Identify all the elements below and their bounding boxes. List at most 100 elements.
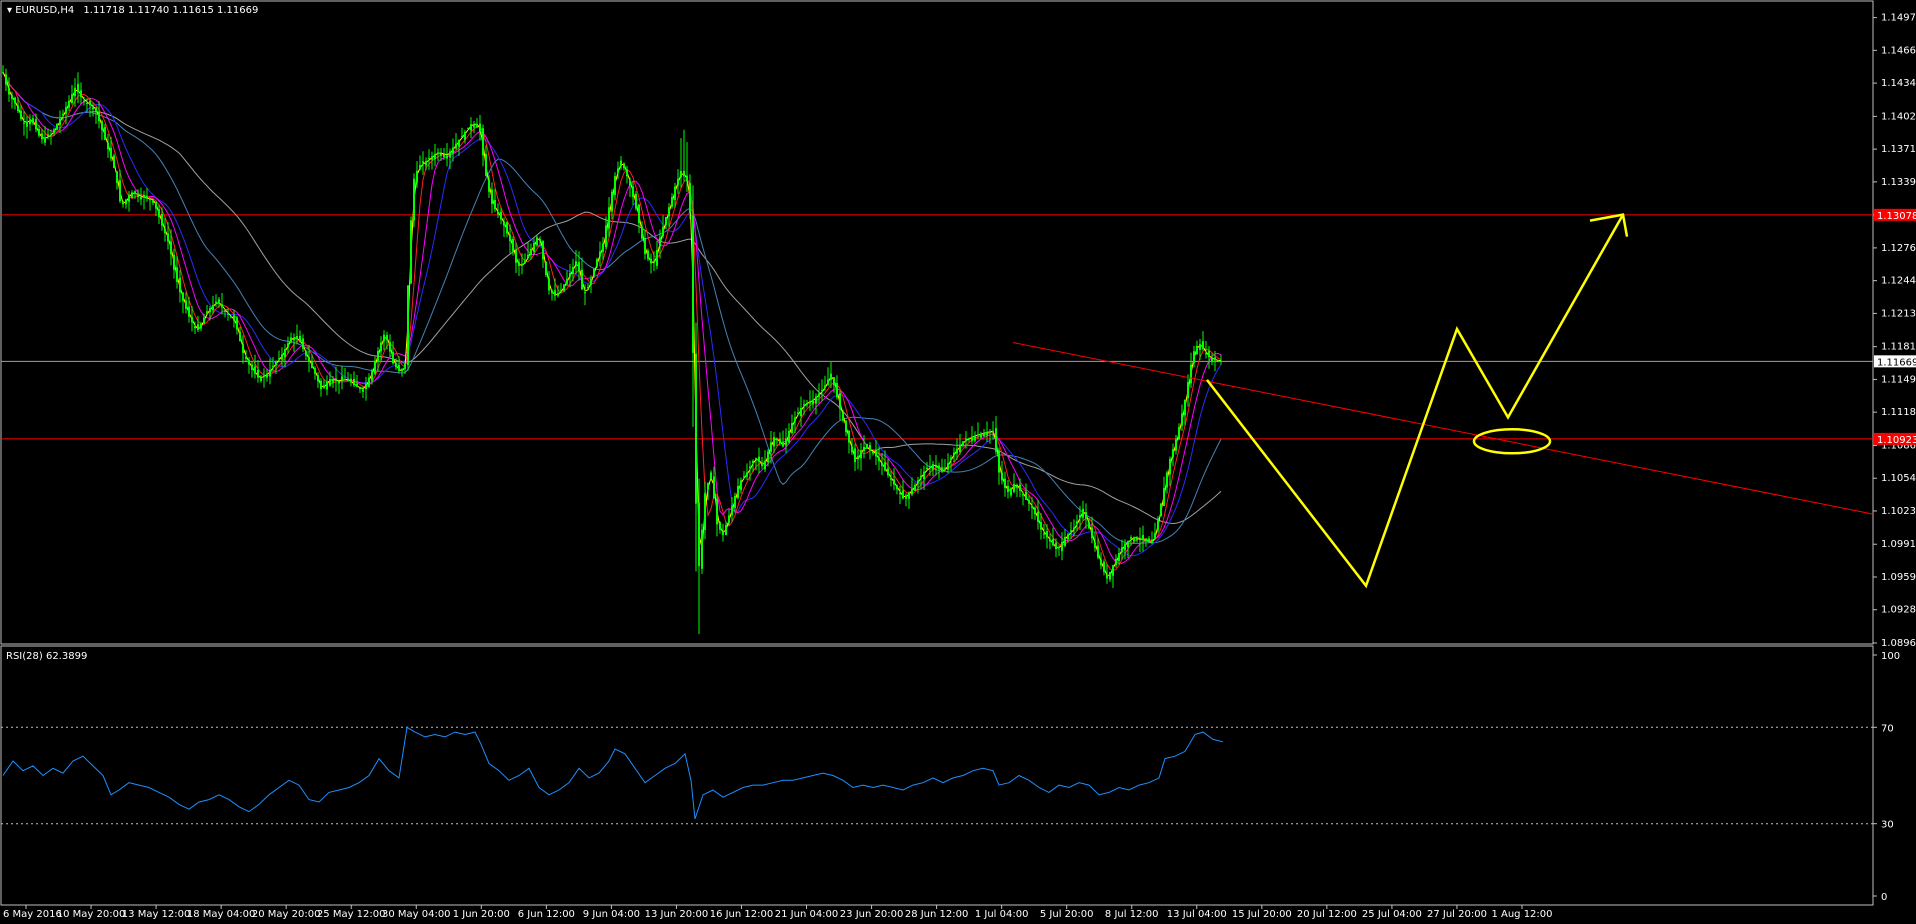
candle-body (653, 261, 655, 263)
candle-body (404, 363, 406, 369)
candle-body (1106, 574, 1108, 579)
price-tick-label: 1.14025 (1881, 111, 1916, 122)
candle-body (65, 107, 67, 114)
candle-body (755, 458, 757, 460)
candle-body (416, 170, 418, 183)
candle-body (269, 369, 271, 377)
time-tick-label: 15 Jul 20:00 (1232, 909, 1292, 920)
candle-body (620, 160, 622, 167)
candle-body (788, 430, 790, 443)
price-tick-label: 1.10230 (1881, 506, 1916, 517)
candle-body (341, 376, 343, 380)
candle-body (926, 467, 928, 470)
candle-body (155, 201, 157, 209)
candle-body (446, 155, 448, 159)
candle-body (746, 472, 748, 477)
horizontal-level-tag: 1.13078 (1877, 211, 1916, 222)
candle-body (512, 238, 514, 252)
candle-body (230, 315, 232, 318)
candle-body (425, 161, 427, 166)
candle-body (686, 175, 688, 182)
candle-body (1073, 527, 1075, 530)
price-tick-label: 1.14345 (1881, 78, 1916, 89)
candle-body (455, 143, 457, 149)
candle-body (1043, 533, 1045, 535)
candle-body (14, 97, 16, 104)
candle-body (1199, 344, 1201, 350)
candle-body (680, 170, 682, 178)
candle-body (323, 385, 325, 388)
time-tick-label: 5 Jul 20:00 (1040, 909, 1094, 920)
candle-body (248, 360, 250, 365)
candle-body (440, 153, 442, 156)
candle-body (818, 393, 820, 397)
candle-body (893, 479, 895, 485)
candle-body (101, 121, 103, 131)
candle-body (365, 383, 367, 390)
candle-body (422, 161, 424, 164)
candle-body (578, 262, 580, 272)
candle-body (614, 176, 616, 195)
candle-body (752, 460, 754, 464)
candle-body (713, 476, 715, 499)
candle-body (257, 369, 259, 378)
candle-body (266, 373, 268, 378)
rsi-tick-label: 70 (1881, 723, 1894, 734)
time-tick-label: 13 Jun 20:00 (645, 909, 709, 920)
candle-body (23, 122, 25, 124)
candle-body (1025, 491, 1027, 500)
candle-body (83, 100, 85, 102)
candle-body (1172, 449, 1174, 458)
candle-body (791, 423, 793, 433)
candle-body (1139, 539, 1141, 541)
candle-body (812, 399, 814, 405)
candle-body (929, 466, 931, 468)
candle-body (731, 505, 733, 516)
current-price-tag: 1.11669 (1877, 357, 1916, 368)
candle-body (863, 447, 865, 451)
candle-body (944, 468, 946, 470)
symbol-header: ▾ EURUSD,H4 1.11718 1.11740 1.11615 1.11… (7, 5, 258, 16)
candle-body (149, 199, 151, 201)
candle-body (776, 439, 778, 441)
candle-body (110, 147, 112, 159)
candle-body (668, 207, 670, 217)
candle-body (1214, 357, 1216, 361)
candle-body (764, 461, 766, 470)
candle-body (452, 147, 454, 154)
candle-body (716, 498, 718, 525)
price-tick-label: 1.12130 (1881, 308, 1916, 319)
candle-body (554, 290, 556, 296)
price-pane-frame (0, 0, 1874, 645)
candle-body (1010, 488, 1012, 496)
candle-body (626, 169, 628, 177)
candle-body (836, 383, 838, 398)
candle-body (113, 155, 115, 168)
candle-body (350, 378, 352, 383)
candle-body (179, 277, 181, 293)
candle-body (1100, 559, 1102, 566)
candle-body (923, 471, 925, 479)
candle-body (1220, 360, 1222, 362)
collapse-arrow-icon[interactable]: ▾ (7, 5, 15, 16)
candle-body (827, 379, 829, 386)
candle-body (1211, 358, 1213, 362)
candle-body (884, 462, 886, 471)
candle-body (1193, 351, 1195, 363)
price-tick-label: 1.09910 (1881, 539, 1916, 550)
candle-body (224, 310, 226, 312)
candle-body (44, 137, 46, 143)
candle-body (374, 360, 376, 374)
time-tick-label: 23 Jun 20:00 (840, 909, 904, 920)
candle-body (749, 466, 751, 469)
candle-body (233, 315, 235, 321)
candle-body (407, 285, 409, 366)
time-tick-label: 8 Jul 12:00 (1105, 909, 1159, 920)
candle-body (632, 186, 634, 197)
candle-body (1184, 399, 1186, 416)
candle-body (1088, 521, 1090, 529)
candle-body (1019, 484, 1021, 491)
candle-body (1148, 538, 1150, 542)
rsi-pane-frame (0, 645, 1874, 906)
candle-body (728, 515, 730, 523)
